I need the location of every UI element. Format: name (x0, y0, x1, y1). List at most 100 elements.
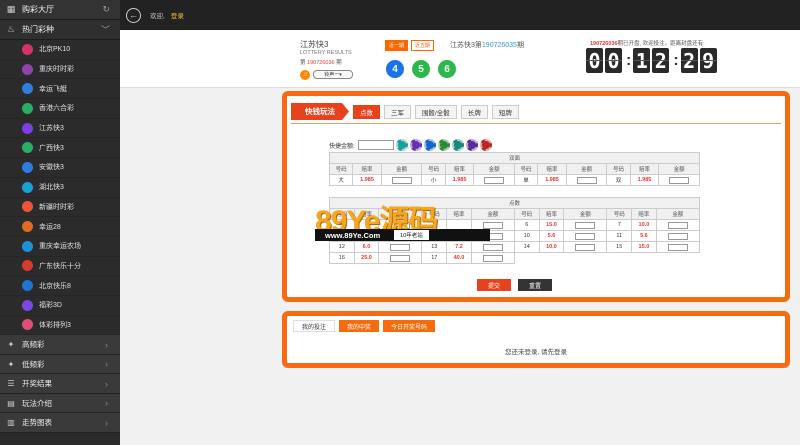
bet-amount-input[interactable] (391, 176, 412, 184)
chip-icon[interactable] (395, 139, 408, 151)
sidebar-section-label: 走势图表 (22, 418, 52, 428)
sidebar-section-4[interactable]: ▥ 走势图表 › (0, 413, 120, 433)
sidebar-item-klsf[interactable]: 广东快乐十分 (0, 257, 120, 277)
recent-five-pill[interactable]: 近五期 (411, 40, 435, 51)
quick-amount: 快捷金额: (329, 139, 492, 151)
lottery-hall-link[interactable]: ▦ 购彩大厅 ↻ (0, 0, 120, 20)
bet-number: 大 (328, 174, 354, 186)
submit-button[interactable]: 提交 (477, 279, 511, 291)
table-title: 双面 (329, 152, 700, 164)
bet-amount-input[interactable] (667, 232, 688, 240)
chip-icon[interactable] (465, 139, 478, 151)
sidebar-item-lhc[interactable]: 香港六合彩 (0, 99, 120, 119)
bet-number: 单 (513, 174, 539, 186)
bet-number: 小 (421, 174, 446, 186)
watermark-tag: 10年老站 (394, 230, 429, 240)
column-header: 赔率 (352, 163, 382, 175)
hot-lottery-header[interactable]: ♨ 热门彩种 ﹀ (0, 20, 120, 40)
play-type-title: 快钱玩法 (291, 103, 349, 120)
tab-4[interactable]: 短牌 (491, 104, 519, 119)
lottery-issue: 第 190726036 期 (300, 58, 342, 66)
back-arrow-icon[interactable]: ← (126, 7, 141, 23)
bet-odds: 15.0 (538, 219, 565, 231)
watermark-url: www.89Ye.Com (325, 230, 381, 240)
sidebar-item-ahk3[interactable]: 安徽快3 (0, 158, 120, 178)
column-header: 金额 (563, 208, 608, 220)
countdown-digit: 2 (652, 48, 670, 73)
chip-icon[interactable] (409, 139, 422, 151)
bet-amount-input[interactable] (390, 254, 411, 262)
bet-amount-input[interactable] (669, 176, 690, 184)
countdown-note-text: 期已开盘, 欢迎投注。距离封盘还有: (617, 41, 705, 47)
column-header: 赔率 (538, 208, 565, 220)
sidebar-item-kl8[interactable]: 北京快乐8 (0, 276, 120, 296)
bet-amount-cell (378, 252, 423, 264)
sidebar-item-xjssc[interactable]: 新疆时时彩 (0, 198, 120, 218)
tab-3[interactable]: 长牌 (460, 104, 488, 119)
chip-icon[interactable] (451, 139, 464, 151)
bet-amount-input[interactable] (575, 243, 596, 251)
tab-1[interactable]: 三军 (384, 104, 411, 119)
table-row: 大 1.985 小 1.985 单 1.985 双 1.985 (328, 174, 700, 186)
login-link[interactable]: 登录 (171, 10, 184, 20)
bet-number: 双 (606, 174, 631, 186)
sidebar-section-3[interactable]: ▤ 玩法介绍 › (0, 393, 120, 414)
reset-button[interactable]: 重置 (518, 279, 552, 291)
column-header: 号码 (328, 163, 354, 175)
column-header: 金额 (565, 163, 608, 175)
bet-amount-input[interactable] (484, 176, 505, 184)
chip-icon[interactable] (423, 139, 436, 151)
column-header: 金额 (380, 163, 423, 175)
sidebar-item-label: 广东快乐十分 (39, 262, 81, 270)
sidebar-item-jsk3[interactable]: 江苏快3 (0, 119, 120, 139)
chip-icon[interactable] (437, 139, 450, 151)
sidebar-item-pk10[interactable]: 北京PK10 (0, 40, 120, 60)
sidebar-item-cqssc[interactable]: 重庆时时彩 (0, 60, 120, 80)
bet-amount-input[interactable] (667, 243, 688, 251)
bet-amount-input[interactable] (575, 221, 596, 229)
sound-select[interactable]: 铃声一 ▾ (313, 70, 353, 79)
sidebar-section-0[interactable]: ✦ 高频彩 › (0, 335, 120, 355)
sidebar-item-label: 北京快乐8 (39, 282, 71, 290)
sidebar-item-3d[interactable]: 福彩3D (0, 296, 120, 316)
bet-odds: 25.0 (353, 252, 380, 264)
records-tab-2[interactable]: 今日开奖号码 (383, 320, 436, 332)
chip-icon[interactable] (479, 139, 492, 151)
sidebar-item-gxk3[interactable]: 广西快3 (0, 138, 120, 159)
lhc-icon (22, 102, 33, 114)
records-tab-1[interactable]: 我的中奖 (339, 320, 380, 332)
tab-2[interactable]: 围骰/全骰 (415, 104, 457, 119)
sidebar-item-xy28[interactable]: 幸运28 (0, 217, 120, 237)
records-tab-0[interactable]: 我的投注 (293, 320, 336, 332)
bet-amount-input[interactable] (575, 232, 596, 240)
column-header: 号码 (513, 163, 539, 175)
sidebar-item-xyft[interactable]: 幸运飞艇 (0, 79, 120, 100)
countdown-digit: 9 (699, 48, 717, 73)
recent-one-pill[interactable]: 近一期 (385, 40, 409, 51)
countdown-digit: 2 (680, 48, 698, 73)
sidebar-item-hbk3[interactable]: 湖北快3 (0, 178, 120, 198)
refresh-icon[interactable]: ↻ (102, 4, 110, 15)
klsf-icon (22, 260, 33, 272)
sidebar-section-1[interactable]: ✦ 低频彩 › (0, 354, 120, 375)
music-icon[interactable]: ♫ (300, 70, 310, 80)
gxk3-icon (22, 142, 33, 154)
column-header: 号码 (513, 208, 540, 220)
sidebar-section-label: 低频彩 (22, 359, 45, 369)
tab-0[interactable]: 点数 (353, 104, 380, 119)
bet-amount-input[interactable] (576, 176, 597, 184)
sidebar-section-2[interactable]: ☰ 开奖结果 › (0, 374, 120, 394)
column-header: 赔率 (444, 163, 475, 175)
bet-amount-input[interactable] (667, 221, 688, 229)
bet-amount-cell (565, 174, 608, 186)
sidebar-item-xync[interactable]: 重庆幸运农场 (0, 237, 120, 257)
bet-amount-input[interactable] (482, 254, 503, 262)
bet-odds: 1.985 (537, 174, 567, 186)
sidebar-item-pl3[interactable]: 体彩排列3 (0, 316, 120, 336)
chevron-down-icon: ﹀ (100, 25, 110, 35)
sidebar-item-label: 幸运飞艇 (39, 85, 67, 93)
bet-odds: 5.6 (538, 230, 565, 242)
bet-amount-cell (655, 219, 701, 231)
quick-amount-input[interactable] (357, 140, 394, 150)
bet-odds: 40.0 (446, 252, 472, 264)
